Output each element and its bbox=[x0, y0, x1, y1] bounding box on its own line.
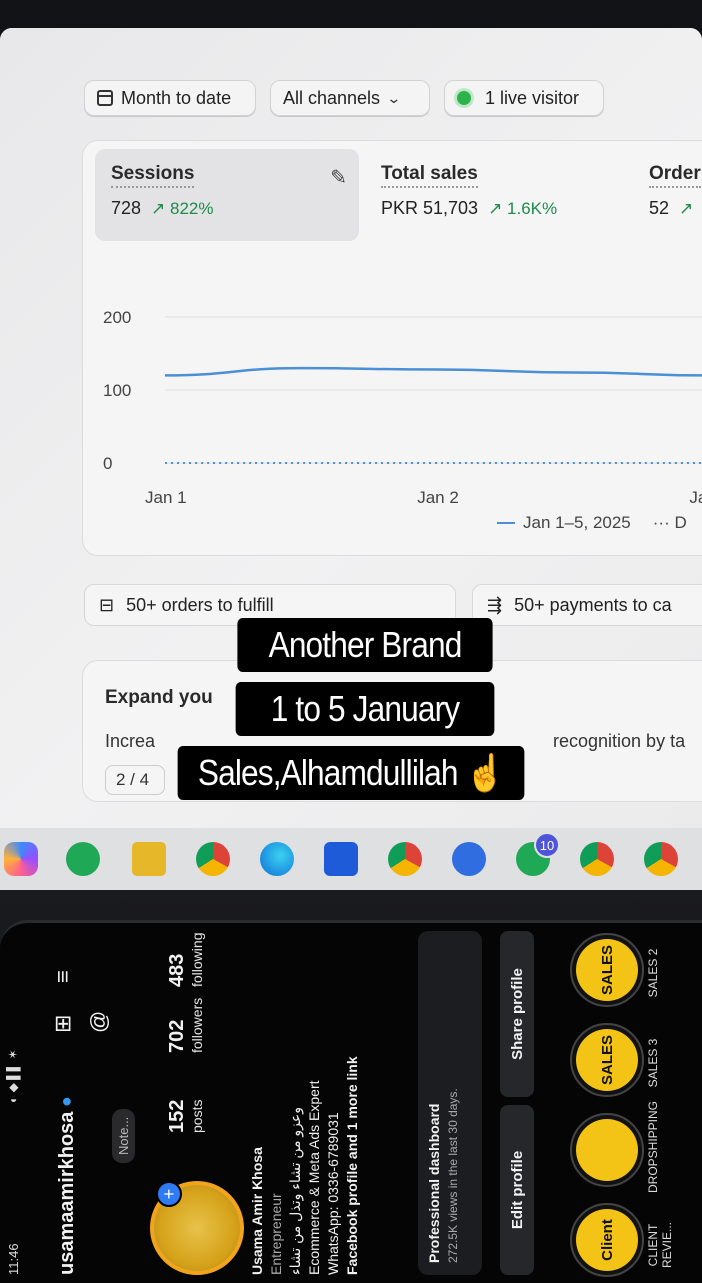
followers-label: followers bbox=[189, 997, 205, 1053]
dashboard-subtitle: 272.5K views in the last 30 days. bbox=[446, 1088, 460, 1263]
following-label: following bbox=[189, 932, 205, 987]
expand-title: Expand you bbox=[105, 687, 213, 708]
bio-line-1: Ecommerce & Meta Ads Expert bbox=[306, 1080, 322, 1275]
caption-line-2: 1 to 5 January bbox=[235, 682, 495, 736]
status-icons: ◐ ◆ ▌▌ ✶ bbox=[6, 1049, 20, 1103]
followers-stat[interactable]: 702 followers bbox=[166, 998, 205, 1053]
profile-name: Usama Amir Khosa bbox=[249, 1147, 265, 1275]
sessions-chart: 200 100 0 Jan 1 Jan 2 Jan bbox=[103, 308, 702, 507]
live-dot-icon bbox=[457, 91, 471, 105]
x-tick-label: Jan 1 bbox=[145, 488, 187, 507]
professional-dashboard[interactable]: Professional dashboard 272.5K views in t… bbox=[418, 931, 482, 1275]
chrome-profile-icon[interactable] bbox=[388, 842, 422, 876]
edit-profile-button[interactable]: Edit profile bbox=[500, 1105, 534, 1275]
store-icon[interactable] bbox=[324, 842, 358, 876]
y-tick-label: 200 bbox=[103, 308, 131, 327]
live-visitors-label: 1 live visitor bbox=[485, 87, 580, 108]
payments-pill[interactable]: ⇶ 50+ payments to ca bbox=[472, 584, 702, 626]
highlight-dropshipping[interactable] bbox=[570, 1113, 644, 1187]
task-label: 50+ orders to fulfill bbox=[126, 594, 274, 615]
highlight-label: CLIENT REVIE... bbox=[646, 1222, 674, 1269]
bio-link[interactable]: Facebook profile and 1 more link bbox=[343, 1056, 362, 1275]
file-explorer-icon[interactable] bbox=[132, 842, 166, 876]
highlight-sales-3[interactable]: SALES bbox=[570, 1023, 644, 1097]
menu-icon[interactable]: ≡ bbox=[50, 970, 76, 983]
add-story-icon[interactable]: + bbox=[156, 1181, 182, 1207]
whatsapp-business-icon[interactable]: 10 bbox=[516, 832, 560, 876]
sessions-series-line bbox=[164, 366, 702, 377]
verified-icon: ● bbox=[56, 1096, 76, 1107]
task-label: 50+ payments to ca bbox=[514, 594, 672, 615]
notification-badge: 10 bbox=[534, 832, 560, 858]
chrome-profile-3-icon[interactable] bbox=[580, 842, 614, 876]
share-profile-button[interactable]: Share profile bbox=[500, 931, 534, 1097]
posts-stat[interactable]: 152 posts bbox=[166, 1100, 205, 1133]
whatsapp-icon[interactable] bbox=[66, 842, 100, 876]
x-tick-label: Jan 2 bbox=[417, 488, 459, 507]
chevron-down-icon: ⌄ bbox=[386, 89, 402, 106]
windows-taskbar: 10 bbox=[0, 828, 702, 890]
highlight-label: DROPSHIPPING bbox=[646, 1100, 660, 1193]
highlight-cover bbox=[576, 1119, 638, 1181]
date-range-label: Month to date bbox=[121, 87, 232, 108]
chrome-profile-2-icon[interactable] bbox=[452, 842, 486, 876]
phone-photo: 11:46 ◐ ◆ ▌▌ ✶ usamaamirkhosa ● @ ⊞ ≡ No… bbox=[0, 920, 702, 1283]
date-range-filter[interactable]: Month to date bbox=[84, 80, 256, 116]
add-post-icon[interactable]: ⊞ bbox=[50, 1015, 76, 1033]
highlight-cover: SALES bbox=[576, 1029, 638, 1091]
following-stat[interactable]: 483 following bbox=[166, 933, 205, 987]
expand-body-left: Increa bbox=[105, 731, 156, 751]
legend-more: ··· D bbox=[652, 513, 687, 532]
chart-legend: Jan 1–5, 2025 ··· D bbox=[497, 513, 687, 533]
live-visitors-pill[interactable]: 1 live visitor bbox=[444, 80, 604, 116]
y-tick-label: 100 bbox=[103, 381, 131, 400]
highlight-client-reviews[interactable]: Client bbox=[570, 1203, 644, 1277]
status-time: 11:46 bbox=[6, 1243, 21, 1275]
highlight-cover: SALES bbox=[576, 939, 638, 1001]
dashboard-title: Professional dashboard bbox=[426, 1103, 442, 1263]
posts-count: 152 bbox=[166, 1099, 188, 1133]
copilot-icon[interactable] bbox=[4, 842, 38, 876]
highlight-label: SALES 3 bbox=[646, 1038, 660, 1088]
calendar-icon bbox=[97, 90, 113, 106]
profile-category: Entrepreneur bbox=[268, 1193, 284, 1275]
edge-icon[interactable] bbox=[260, 842, 294, 876]
highlight-cover: Client bbox=[576, 1209, 638, 1271]
channels-label: All channels bbox=[283, 87, 381, 108]
bio-line-2: WhatsApp: 0336-6789031 bbox=[325, 1112, 341, 1275]
followers-count: 702 bbox=[166, 1019, 188, 1053]
highlight-label: SALES 2 bbox=[646, 948, 660, 998]
inbox-icon: ⊟ bbox=[99, 594, 115, 615]
highlight-sales-2[interactable]: SALES bbox=[570, 933, 644, 1007]
following-count: 483 bbox=[166, 953, 188, 987]
threads-icon[interactable]: @ bbox=[86, 1011, 112, 1033]
legend-swatch bbox=[497, 522, 515, 524]
pager[interactable]: 2 / 4 bbox=[105, 765, 165, 795]
bio-urdu: وعزو من تشاء وتذل من تشاء bbox=[287, 1106, 303, 1275]
bio: Usama Amir Khosa Entrepreneur وعزو من تش… bbox=[248, 1056, 362, 1275]
note-bubble[interactable]: Note... bbox=[112, 1108, 135, 1163]
caption-line-3: Sales,Alhamdullilah ☝️ bbox=[177, 746, 525, 800]
posts-label: posts bbox=[189, 1099, 205, 1133]
instagram-profile: 11:46 ◐ ◆ ▌▌ ✶ usamaamirkhosa ● @ ⊞ ≡ No… bbox=[0, 923, 702, 1283]
username[interactable]: usamaamirkhosa bbox=[56, 1112, 79, 1275]
metrics-card: Sessions 728 ↗ 822% ✎ Total sales PKR 51… bbox=[82, 140, 702, 556]
legend-label: Jan 1–5, 2025 bbox=[523, 513, 631, 532]
channels-filter[interactable]: All channels ⌄ bbox=[270, 80, 430, 116]
y-tick-label: 0 bbox=[103, 454, 112, 473]
chrome-profile-4-icon[interactable] bbox=[644, 842, 678, 876]
expand-body-right: recognition by ta bbox=[553, 731, 686, 751]
x-tick-label: Jan bbox=[689, 488, 702, 507]
caption-line-1: Another Brand bbox=[237, 618, 493, 672]
payment-icon: ⇶ bbox=[487, 594, 503, 615]
chrome-icon[interactable] bbox=[196, 842, 230, 876]
